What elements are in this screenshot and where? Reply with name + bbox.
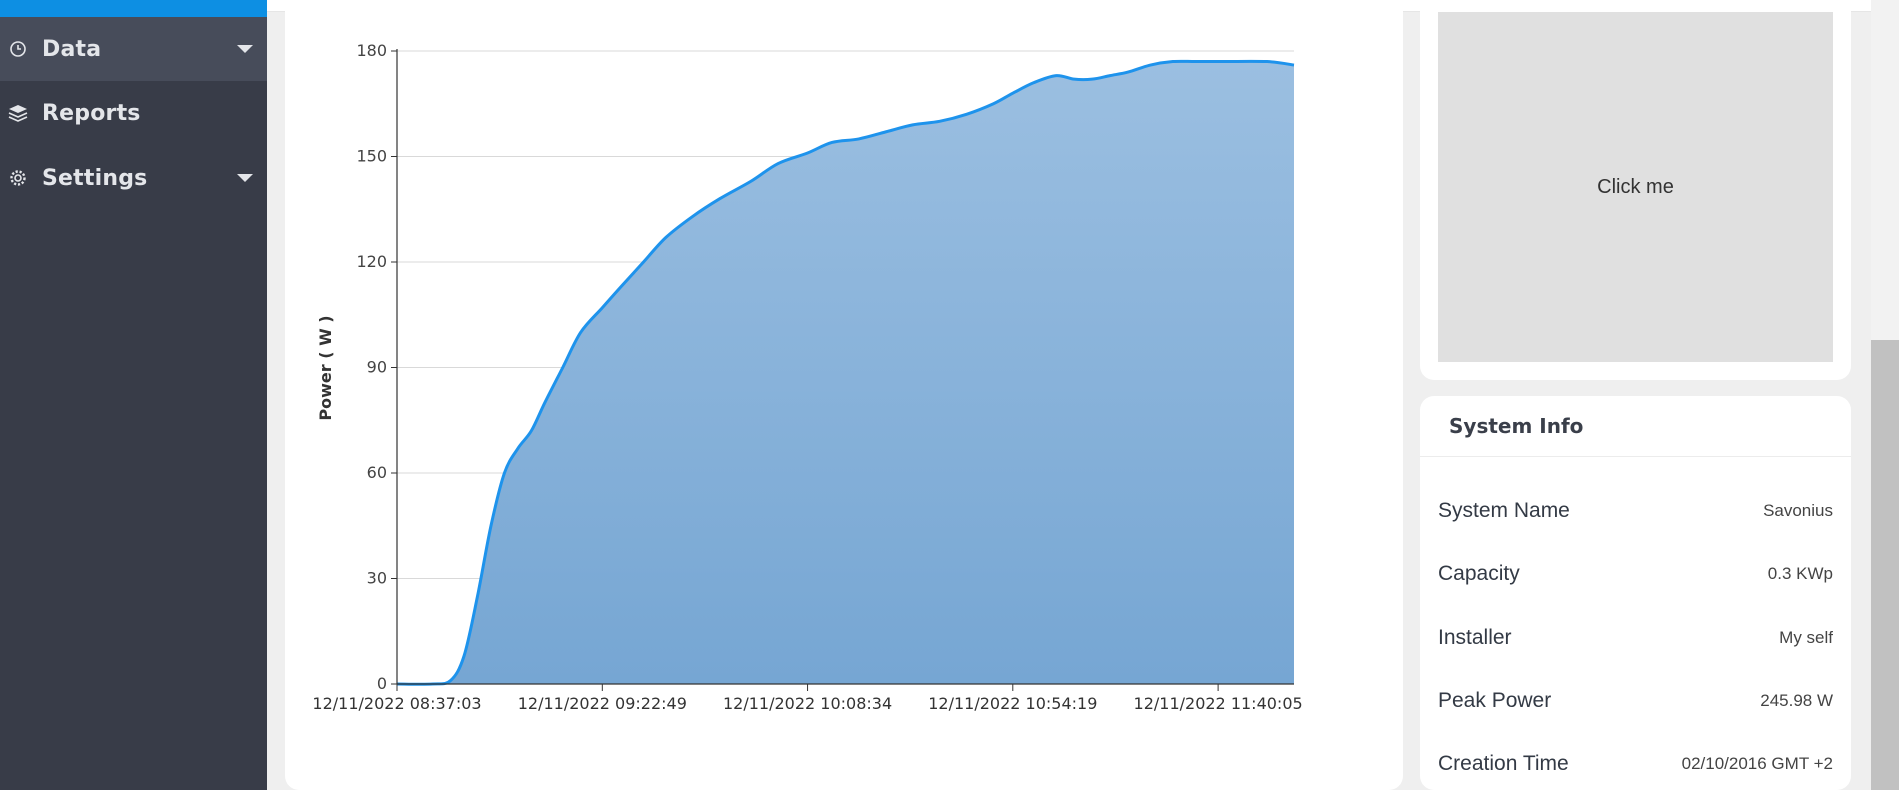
scrollbar-thumb[interactable] [1871, 340, 1899, 790]
x-tick-label: 12/11/2022 09:22:49 [518, 694, 687, 713]
y-tick-label: 180 [356, 41, 387, 60]
power-chart-card: 0 30 60 90 120 150 180 12/11/2022 08:37:03 12/11… [285, 0, 1403, 790]
gear-icon [8, 168, 28, 188]
info-row-installer: Installer My self [1438, 618, 1833, 658]
info-label: Installer [1438, 626, 1512, 649]
click-card: Click me [1420, 0, 1851, 380]
chevron-down-icon [237, 174, 253, 182]
power-area-chart: 0 30 60 90 120 150 180 12/11/2022 08:37:03 12/11… [312, 41, 1303, 713]
info-row-system-name: System Name Savonius [1438, 491, 1833, 531]
x-tick-label: 12/11/2022 08:37:03 [312, 694, 481, 713]
sidebar-item-reports[interactable]: Reports [0, 81, 267, 145]
info-value: My self [1779, 628, 1833, 647]
y-tick-label: 30 [367, 569, 387, 588]
x-tick-label: 12/11/2022 11:40:05 [1134, 694, 1303, 713]
sidebar-top-accent [0, 0, 267, 17]
x-tick-label: 12/11/2022 10:54:19 [928, 694, 1097, 713]
y-tick-label: 60 [367, 463, 387, 482]
info-row-capacity: Capacity 0.3 KWp [1438, 554, 1833, 594]
system-info-card: System Info System Name Savonius Capacit… [1420, 396, 1851, 790]
sidebar-item-label: Reports [42, 100, 141, 126]
y-axis-label: Power ( W ) [316, 315, 335, 420]
sidebar: Data Reports Settings [0, 0, 267, 790]
info-row-creation-time: Creation Time 02/10/2016 GMT +2 [1438, 744, 1833, 784]
info-value: 02/10/2016 GMT +2 [1681, 754, 1833, 773]
power-area-fill [397, 61, 1294, 685]
sidebar-item-label: Settings [42, 165, 148, 191]
chevron-down-icon [237, 45, 253, 53]
info-label: System Name [1438, 499, 1570, 522]
sidebar-item-settings[interactable]: Settings [0, 146, 267, 210]
info-label: Creation Time [1438, 752, 1569, 775]
info-row-peak-power: Peak Power 245.98 W [1438, 681, 1833, 721]
info-value: 0.3 KWp [1767, 564, 1833, 583]
y-tick-label: 150 [356, 147, 387, 166]
info-value: 245.98 W [1760, 691, 1833, 710]
sidebar-item-data[interactable]: Data [0, 17, 267, 81]
x-tick-label: 12/11/2022 10:08:34 [723, 694, 892, 713]
sidebar-item-label: Data [42, 36, 102, 62]
clock-icon [8, 39, 28, 59]
y-tick-label: 120 [356, 252, 387, 271]
system-info-title: System Info [1449, 414, 1584, 438]
info-label: Capacity [1438, 562, 1520, 585]
divider [1420, 456, 1851, 457]
click-me-button[interactable]: Click me [1438, 12, 1833, 362]
info-label: Peak Power [1438, 689, 1552, 712]
y-tick-label: 90 [367, 358, 387, 377]
info-value: Savonius [1763, 501, 1833, 520]
y-tick-label: 0 [377, 674, 387, 693]
layers-icon [8, 103, 28, 123]
